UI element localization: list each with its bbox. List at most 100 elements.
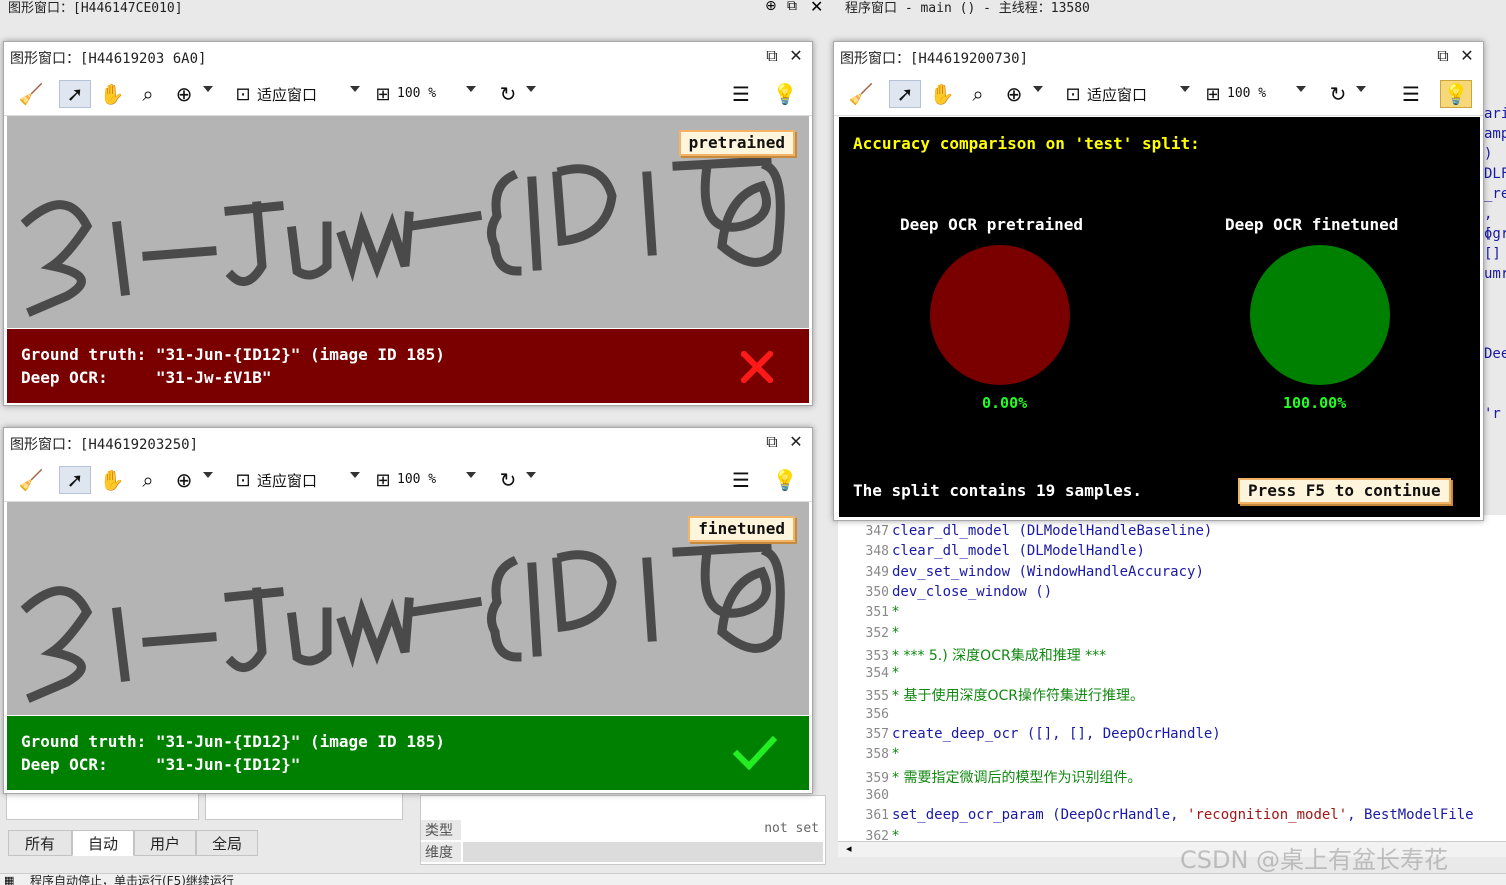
- code-line[interactable]: 357 create_deep_ocr ([], [], DeepOcrHandl…: [838, 726, 1221, 746]
- close-icon[interactable]: ✕: [786, 432, 806, 451]
- graphics-window-accuracy[interactable]: 图形窗口：[H44619200730] ⧉ ✕ 🧹 ➚ ✋ ⌕ ⊕ ⊡ 适应窗口…: [833, 41, 1484, 521]
- restore-icon[interactable]: ⧉: [787, 0, 797, 14]
- magnifier-icon[interactable]: ⌕: [962, 80, 994, 108]
- zoom-level-icon[interactable]: ⊞: [1200, 80, 1226, 108]
- zoom-level-value[interactable]: 100 %: [1227, 86, 1266, 101]
- lightbulb-icon[interactable]: 💡: [770, 80, 800, 108]
- code-line[interactable]: 353 * *** 5.) 深度OCR集成和推理 ***: [838, 645, 1107, 665]
- code-line[interactable]: 354 *: [838, 665, 899, 685]
- image-canvas[interactable]: finetuned: [7, 502, 809, 715]
- chevron-down-icon[interactable]: [1356, 86, 1366, 92]
- broom-icon[interactable]: 🧹: [846, 80, 876, 108]
- chevron-down-icon[interactable]: [526, 86, 536, 92]
- window-titlebar[interactable]: 图形窗口：[H44619203250] ⧉ ✕: [4, 428, 812, 458]
- code-line[interactable]: 349 dev_set_window (WindowHandleAccuracy): [838, 564, 1204, 584]
- chevron-down-icon[interactable]: [466, 472, 476, 478]
- close-icon[interactable]: ✕: [786, 46, 806, 65]
- tab-auto[interactable]: 自动: [72, 830, 134, 856]
- broom-icon[interactable]: 🧹: [16, 466, 46, 494]
- close-icon[interactable]: ✕: [1457, 46, 1477, 65]
- magnifier-icon[interactable]: ⌕: [132, 466, 164, 494]
- zoom-in-icon[interactable]: ⊕: [168, 466, 200, 494]
- tab-user[interactable]: 用户: [134, 830, 196, 856]
- zoom-in-icon[interactable]: ⊕: [998, 80, 1030, 108]
- graphics-window-pretrained[interactable]: 图形窗口：[H44619203 6A0] ⧉ ✕ 🧹 ➚ ✋ ⌕ ⊕ ⊡ 适应窗…: [3, 41, 813, 406]
- code-editor[interactable]: 347 clear_dl_model (DLModelHandleBaseline…: [838, 515, 1506, 857]
- line-number: 350: [865, 584, 889, 600]
- layers-icon[interactable]: ☰: [726, 80, 756, 108]
- code-line[interactable]: 350 dev_close_window (): [838, 584, 1053, 604]
- variable-panel-right[interactable]: [205, 790, 403, 820]
- hand-icon[interactable]: ✋: [926, 80, 958, 108]
- tab-global[interactable]: 全局: [196, 830, 258, 856]
- property-type-label: 类型: [421, 820, 461, 840]
- line-number: 359: [865, 770, 889, 786]
- fit-window-label[interactable]: 适应窗口: [257, 84, 317, 105]
- graphics-window-finetuned[interactable]: 图形窗口：[H44619203250] ⧉ ✕ 🧹 ➚ ✋ ⌕ ⊕ ⊡ 适应窗口…: [3, 427, 813, 794]
- hand-icon[interactable]: ✋: [96, 466, 128, 494]
- property-panel: 类型 维度 not set: [420, 795, 826, 865]
- fit-window-label[interactable]: 适应窗口: [257, 470, 317, 491]
- code-line[interactable]: 358 *: [838, 746, 899, 766]
- draw-mode-icon[interactable]: ↻: [493, 466, 523, 494]
- restore-icon[interactable]: ⧉: [1433, 46, 1453, 66]
- close-icon[interactable]: ✕: [810, 0, 823, 16]
- image-canvas[interactable]: pretrained: [7, 116, 809, 328]
- restore-icon[interactable]: ⧉: [762, 46, 782, 66]
- pin-icon[interactable]: ⊕: [765, 0, 777, 14]
- variable-panel-left[interactable]: [6, 790, 199, 820]
- continue-button[interactable]: Press F5 to continue: [1238, 478, 1451, 504]
- code-line[interactable]: 360: [838, 787, 892, 807]
- zoom-level-value[interactable]: 100 %: [397, 472, 436, 487]
- broom-icon[interactable]: 🧹: [16, 80, 46, 108]
- chevron-down-icon[interactable]: [1180, 86, 1190, 92]
- operator-args: , BestModelFile: [1347, 807, 1474, 824]
- zoom-level-icon[interactable]: ⊞: [370, 466, 396, 494]
- finetuned-accuracy-value: 100.00%: [1283, 394, 1347, 412]
- pointer-icon[interactable]: ➚: [59, 80, 91, 108]
- chevron-down-icon[interactable]: [350, 86, 360, 92]
- tab-all[interactable]: 所有: [8, 830, 72, 856]
- window-toolbar: 🧹 ➚ ✋ ⌕ ⊕ ⊡ 适应窗口 ⊞ 100 % ↻ ☰ 💡: [4, 72, 812, 116]
- hand-icon[interactable]: ✋: [96, 80, 128, 108]
- accuracy-canvas[interactable]: Accuracy comparison on 'test' split: Dee…: [839, 117, 1480, 517]
- model-tag: pretrained: [678, 130, 795, 156]
- fit-window-label[interactable]: 适应窗口: [1087, 84, 1147, 105]
- property-dim-label: 维度: [421, 842, 461, 862]
- zoom-level-value[interactable]: 100 %: [397, 86, 436, 101]
- chevron-down-icon[interactable]: [203, 472, 213, 478]
- code-line[interactable]: 348 clear_dl_model (DLModelHandle): [838, 543, 1145, 563]
- code-line[interactable]: 355 * 基于使用深度OCR操作符集进行推理。: [838, 685, 1144, 705]
- code-line[interactable]: 352 *: [838, 625, 899, 645]
- window-titlebar[interactable]: 图形窗口：[H44619200730] ⧉ ✕: [834, 42, 1483, 72]
- draw-mode-icon[interactable]: ↻: [493, 80, 523, 108]
- lightbulb-icon[interactable]: 💡: [1440, 80, 1472, 108]
- window-titlebar[interactable]: 图形窗口：[H44619203 6A0] ⧉ ✕: [4, 42, 812, 72]
- chevron-down-icon[interactable]: [1296, 86, 1306, 92]
- pointer-icon[interactable]: ➚: [59, 466, 91, 494]
- code-line[interactable]: 347 clear_dl_model (DLModelHandleBaseline…: [838, 523, 1213, 543]
- ocr-result-text: Deep OCR: "31-Jun-{ID12}": [21, 755, 301, 774]
- chevron-down-icon[interactable]: [1033, 86, 1043, 92]
- code-line[interactable]: 351 *: [838, 604, 899, 624]
- pointer-icon[interactable]: ➚: [889, 80, 921, 108]
- layers-icon[interactable]: ☰: [726, 466, 756, 494]
- chevron-down-icon[interactable]: [350, 472, 360, 478]
- fit-window-icon[interactable]: ⊡: [230, 466, 256, 494]
- zoom-in-icon[interactable]: ⊕: [168, 80, 200, 108]
- scroll-left-icon[interactable]: ◂: [846, 842, 852, 855]
- zoom-level-icon[interactable]: ⊞: [370, 80, 396, 108]
- layers-icon[interactable]: ☰: [1396, 80, 1426, 108]
- draw-mode-icon[interactable]: ↻: [1323, 80, 1353, 108]
- chevron-down-icon[interactable]: [466, 86, 476, 92]
- chevron-down-icon[interactable]: [526, 472, 536, 478]
- restore-icon[interactable]: ⧉: [762, 432, 782, 452]
- magnifier-icon[interactable]: ⌕: [132, 80, 164, 108]
- lightbulb-icon[interactable]: 💡: [770, 466, 800, 494]
- chevron-down-icon[interactable]: [203, 86, 213, 92]
- code-line[interactable]: 356: [838, 706, 892, 726]
- code-line[interactable]: 359 * 需要指定微调后的模型作为识别组件。: [838, 767, 1142, 787]
- code-line[interactable]: 361 set_deep_ocr_param (DeepOcrHandle, 'r…: [838, 807, 1474, 827]
- fit-window-icon[interactable]: ⊡: [1060, 80, 1086, 108]
- fit-window-icon[interactable]: ⊡: [230, 80, 256, 108]
